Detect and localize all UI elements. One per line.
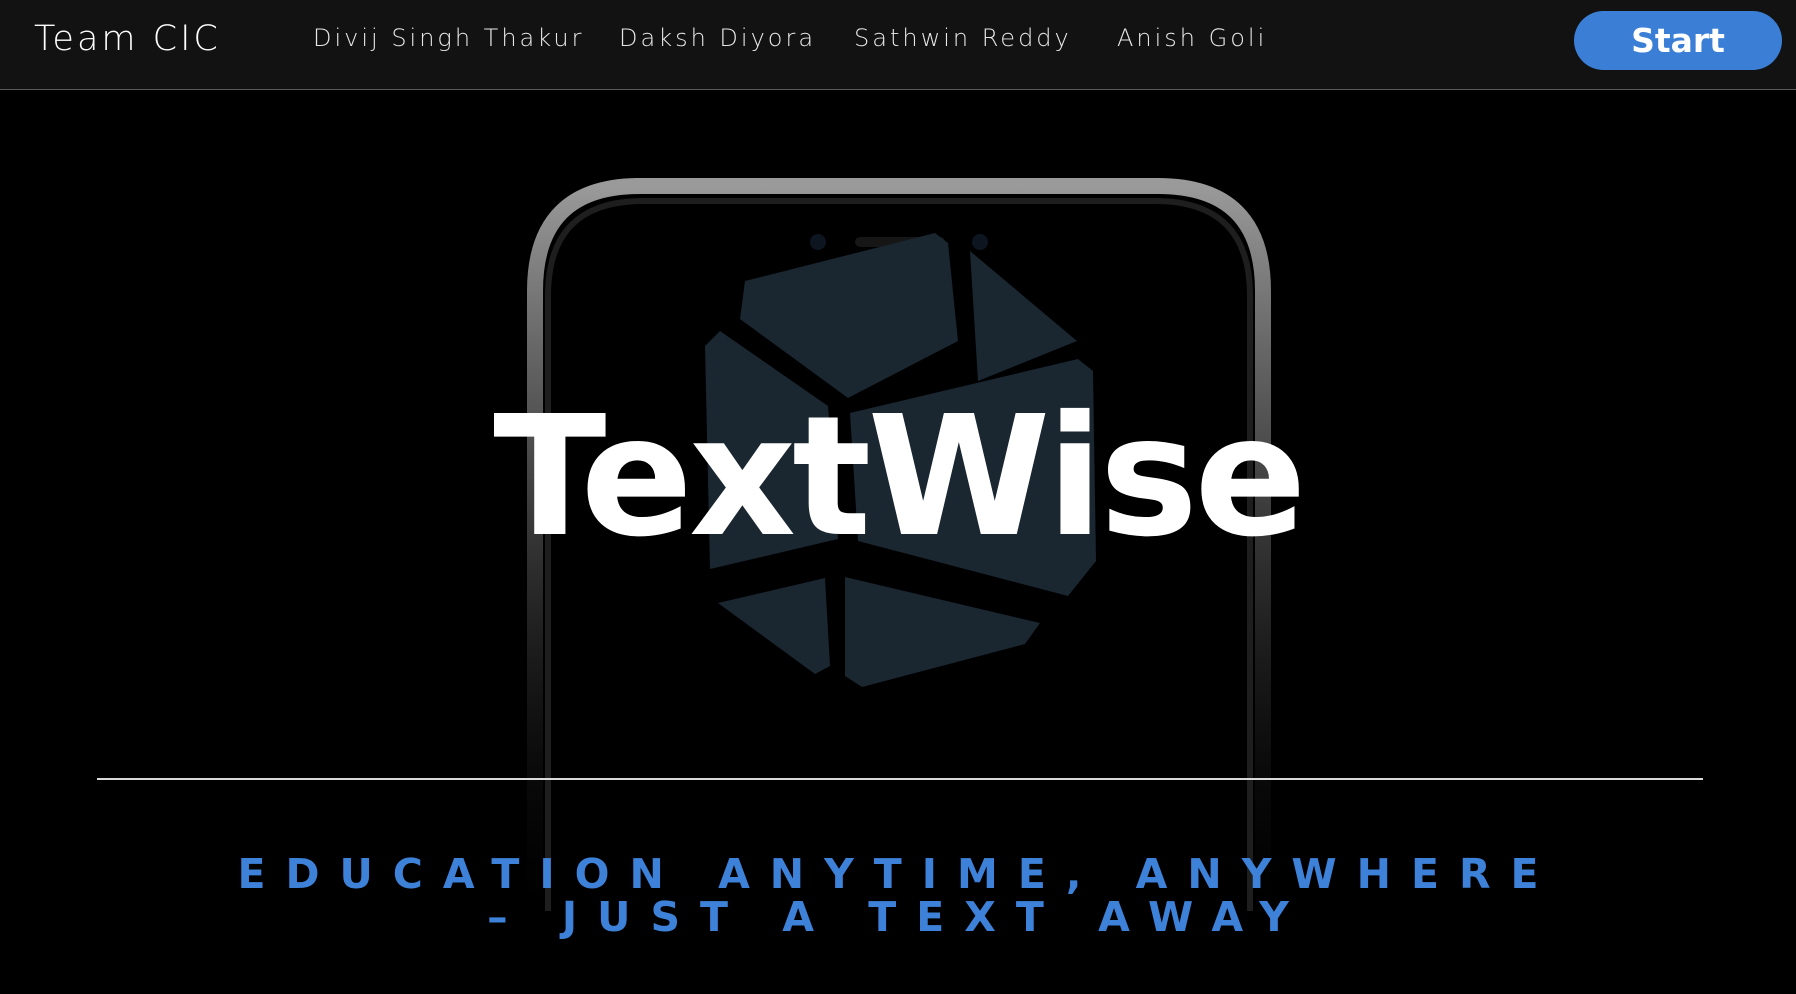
hero-section: TextWise EDUCATION ANYTIME, ANYWHERE – J…: [0, 91, 1796, 994]
start-button[interactable]: Start: [1574, 11, 1782, 70]
brand-logo-text[interactable]: Team CIC: [34, 19, 221, 59]
nav-link-anish[interactable]: Anish Goli: [1117, 24, 1267, 52]
top-navbar: Team CIC Divij Singh Thakur Daksh Diyora…: [0, 0, 1796, 90]
nav-link-divij[interactable]: Divij Singh Thakur: [313, 24, 585, 52]
hero-divider: [97, 778, 1703, 780]
nav-link-daksh[interactable]: Daksh Diyora: [619, 24, 816, 52]
tagline-line-2: – JUST A TEXT AWAY: [487, 893, 1309, 941]
nav-link-sathwin[interactable]: Sathwin Reddy: [854, 24, 1072, 52]
hero-title: TextWise: [493, 381, 1307, 574]
tagline-line-1: EDUCATION ANYTIME, ANYWHERE: [237, 850, 1559, 898]
